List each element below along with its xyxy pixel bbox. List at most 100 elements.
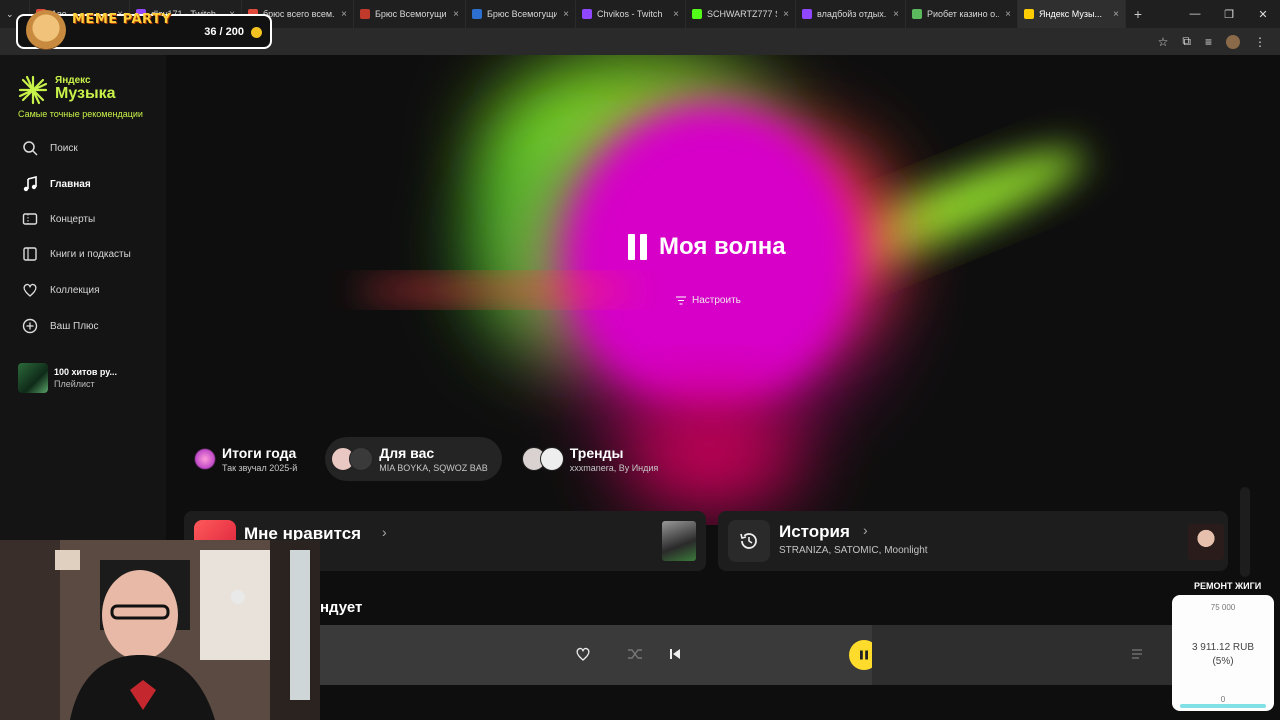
chip-title: Для вас	[379, 445, 435, 461]
player-bar-right	[872, 625, 1178, 685]
tune-wave-button[interactable]: Настроить	[676, 295, 741, 306]
search-icon	[23, 141, 38, 156]
browser-tab-active[interactable]: Яндекс Музы... ×	[1018, 0, 1126, 28]
music-note-icon	[23, 176, 37, 192]
tab-favicon-icon	[692, 9, 702, 19]
close-icon[interactable]: ×	[893, 9, 899, 20]
tab-favicon-icon	[802, 9, 812, 19]
my-wave-title: Моя волна	[659, 233, 786, 260]
shuffle-icon	[628, 649, 642, 659]
close-window-icon[interactable]: ✕	[1246, 8, 1280, 21]
main-content: Моя волна Настроить Итоги года Так звуча…	[166, 55, 1280, 720]
doge-icon	[26, 10, 66, 50]
yandex-music-logo-icon[interactable]	[18, 75, 48, 105]
history-icon	[728, 520, 770, 562]
meme-party-count: 36 / 200	[204, 26, 244, 38]
media-control-icon[interactable]: ≡	[1205, 35, 1212, 49]
browser-tab[interactable]: Брюс Всемогущий...×	[354, 0, 466, 28]
close-icon[interactable]: ×	[1005, 9, 1011, 20]
sidebar-item-search[interactable]: Поиск	[22, 140, 162, 156]
sidebar-item-label: Книги и подкасты	[50, 248, 131, 260]
playlist-subtitle: Плейлист	[54, 379, 95, 389]
profile-avatar[interactable]	[1226, 34, 1240, 49]
webcam-overlay	[0, 540, 320, 720]
browser-tab[interactable]: Chvikos - Twitch ×	[576, 0, 686, 28]
meme-party-overlay: MEME PARTY 36 / 200	[16, 10, 272, 50]
close-icon[interactable]: ×	[673, 9, 679, 20]
my-wave-play-button[interactable]: Моя волна	[628, 233, 786, 261]
pause-icon	[628, 234, 647, 260]
queue-button[interactable]	[1128, 644, 1148, 664]
queue-icon	[1132, 649, 1142, 659]
minimize-icon[interactable]: —	[1178, 8, 1212, 21]
tab-favicon-icon	[360, 9, 370, 19]
chip-avatars	[331, 447, 374, 471]
close-icon[interactable]: ×	[563, 9, 569, 20]
tune-label: Настроить	[692, 295, 741, 306]
playlist-cover	[18, 363, 48, 393]
wave-mode-chips: Итоги года Так звучал 2025-й Для вас MIA…	[188, 437, 672, 481]
plus-icon	[22, 318, 38, 334]
chip-avatars	[194, 448, 216, 470]
tab-favicon-icon	[912, 9, 922, 19]
menu-kebab-icon[interactable]: ⋮	[1254, 35, 1266, 49]
heart-icon	[23, 283, 37, 297]
sidebar-item-plus[interactable]: Ваш Плюс	[22, 318, 162, 334]
new-tab-button[interactable]: +	[1126, 6, 1150, 22]
browser-tab[interactable]: владбойз отдых... ×	[796, 0, 906, 28]
track-cover	[1188, 524, 1224, 560]
track-cover	[662, 521, 696, 561]
window-controls: — ❐ ✕	[1178, 8, 1280, 21]
close-icon[interactable]: ×	[453, 9, 459, 20]
donation-goal-widget: 75 000 3 911.12 RUB (5%) 0	[1172, 595, 1274, 711]
heart-icon	[576, 647, 590, 661]
scrollbar[interactable]	[1240, 487, 1250, 577]
section-title: ндует	[320, 599, 363, 616]
browser-tab[interactable]: Брюс Всемогущи...×	[466, 0, 576, 28]
sidebar-playlist-item[interactable]: 100 хитов ру... Плейлист	[18, 363, 117, 393]
shuffle-button[interactable]	[625, 644, 645, 664]
tab-favicon-icon	[472, 9, 482, 19]
close-icon[interactable]: ×	[341, 9, 347, 20]
filter-lines-icon	[676, 296, 686, 305]
chip-title: Итоги года	[222, 445, 297, 461]
browser-tab[interactable]: SCHWARTZ777 St...×	[686, 0, 796, 28]
maximize-icon[interactable]: ❐	[1212, 8, 1246, 21]
playlist-title: 100 хитов ру...	[54, 367, 117, 377]
history-title: История	[779, 522, 850, 541]
meme-party-title: MEME PARTY	[72, 12, 172, 27]
toolbar-icons: ☆ ⧉ ≡ ⋮	[1158, 34, 1280, 49]
donation-goal-target: 75 000	[1210, 603, 1236, 612]
chip-year-summary[interactable]: Итоги года Так звучал 2025-й	[188, 437, 311, 481]
close-icon[interactable]: ×	[783, 9, 789, 20]
sidebar-item-collection[interactable]: Коллекция	[22, 282, 162, 298]
chip-avatars	[521, 447, 564, 471]
chip-trends[interactable]: Тренды xxxmanera, Ву Индия	[516, 437, 673, 481]
skip-back-icon	[670, 649, 680, 659]
chip-subtitle: xxxmanera, Ву Индия	[569, 463, 659, 473]
extensions-icon[interactable]: ⧉	[1182, 34, 1191, 49]
sidebar-item-label: Ваш Плюс	[50, 320, 99, 332]
like-button[interactable]	[573, 644, 593, 664]
chip-for-you[interactable]: Для вас MIA BOYKA, SQWOZ BAB	[325, 437, 502, 481]
coin-icon	[251, 27, 262, 38]
ticket-icon	[22, 213, 38, 225]
previous-button[interactable]	[665, 644, 685, 664]
pause-icon	[860, 650, 868, 660]
chip-subtitle: MIA BOYKA, SQWOZ BAB	[379, 463, 488, 473]
webcam-image	[0, 540, 320, 720]
sidebar-item-label: Поиск	[50, 142, 78, 154]
tab-favicon-icon	[1024, 9, 1034, 19]
browser-tab[interactable]: Риобет казино о... ×	[906, 0, 1018, 28]
logo-tagline: Самые точные рекомендации	[18, 109, 143, 119]
chip-subtitle: Так звучал 2025-й	[222, 463, 298, 473]
close-icon[interactable]: ×	[1113, 9, 1119, 20]
logo-brand-name: Музыка	[55, 85, 116, 102]
bookmark-star-icon[interactable]: ☆	[1158, 35, 1169, 49]
sidebar-item-concerts[interactable]: Концерты	[22, 211, 162, 227]
history-card[interactable]: История › STRANIZA, SATOMIC, Moonlight	[718, 511, 1228, 571]
chip-title: Тренды	[569, 445, 624, 461]
book-icon	[23, 247, 37, 261]
sidebar-item-home[interactable]: Главная	[22, 176, 162, 192]
sidebar-item-books-podcasts[interactable]: Книги и подкасты	[22, 246, 162, 262]
